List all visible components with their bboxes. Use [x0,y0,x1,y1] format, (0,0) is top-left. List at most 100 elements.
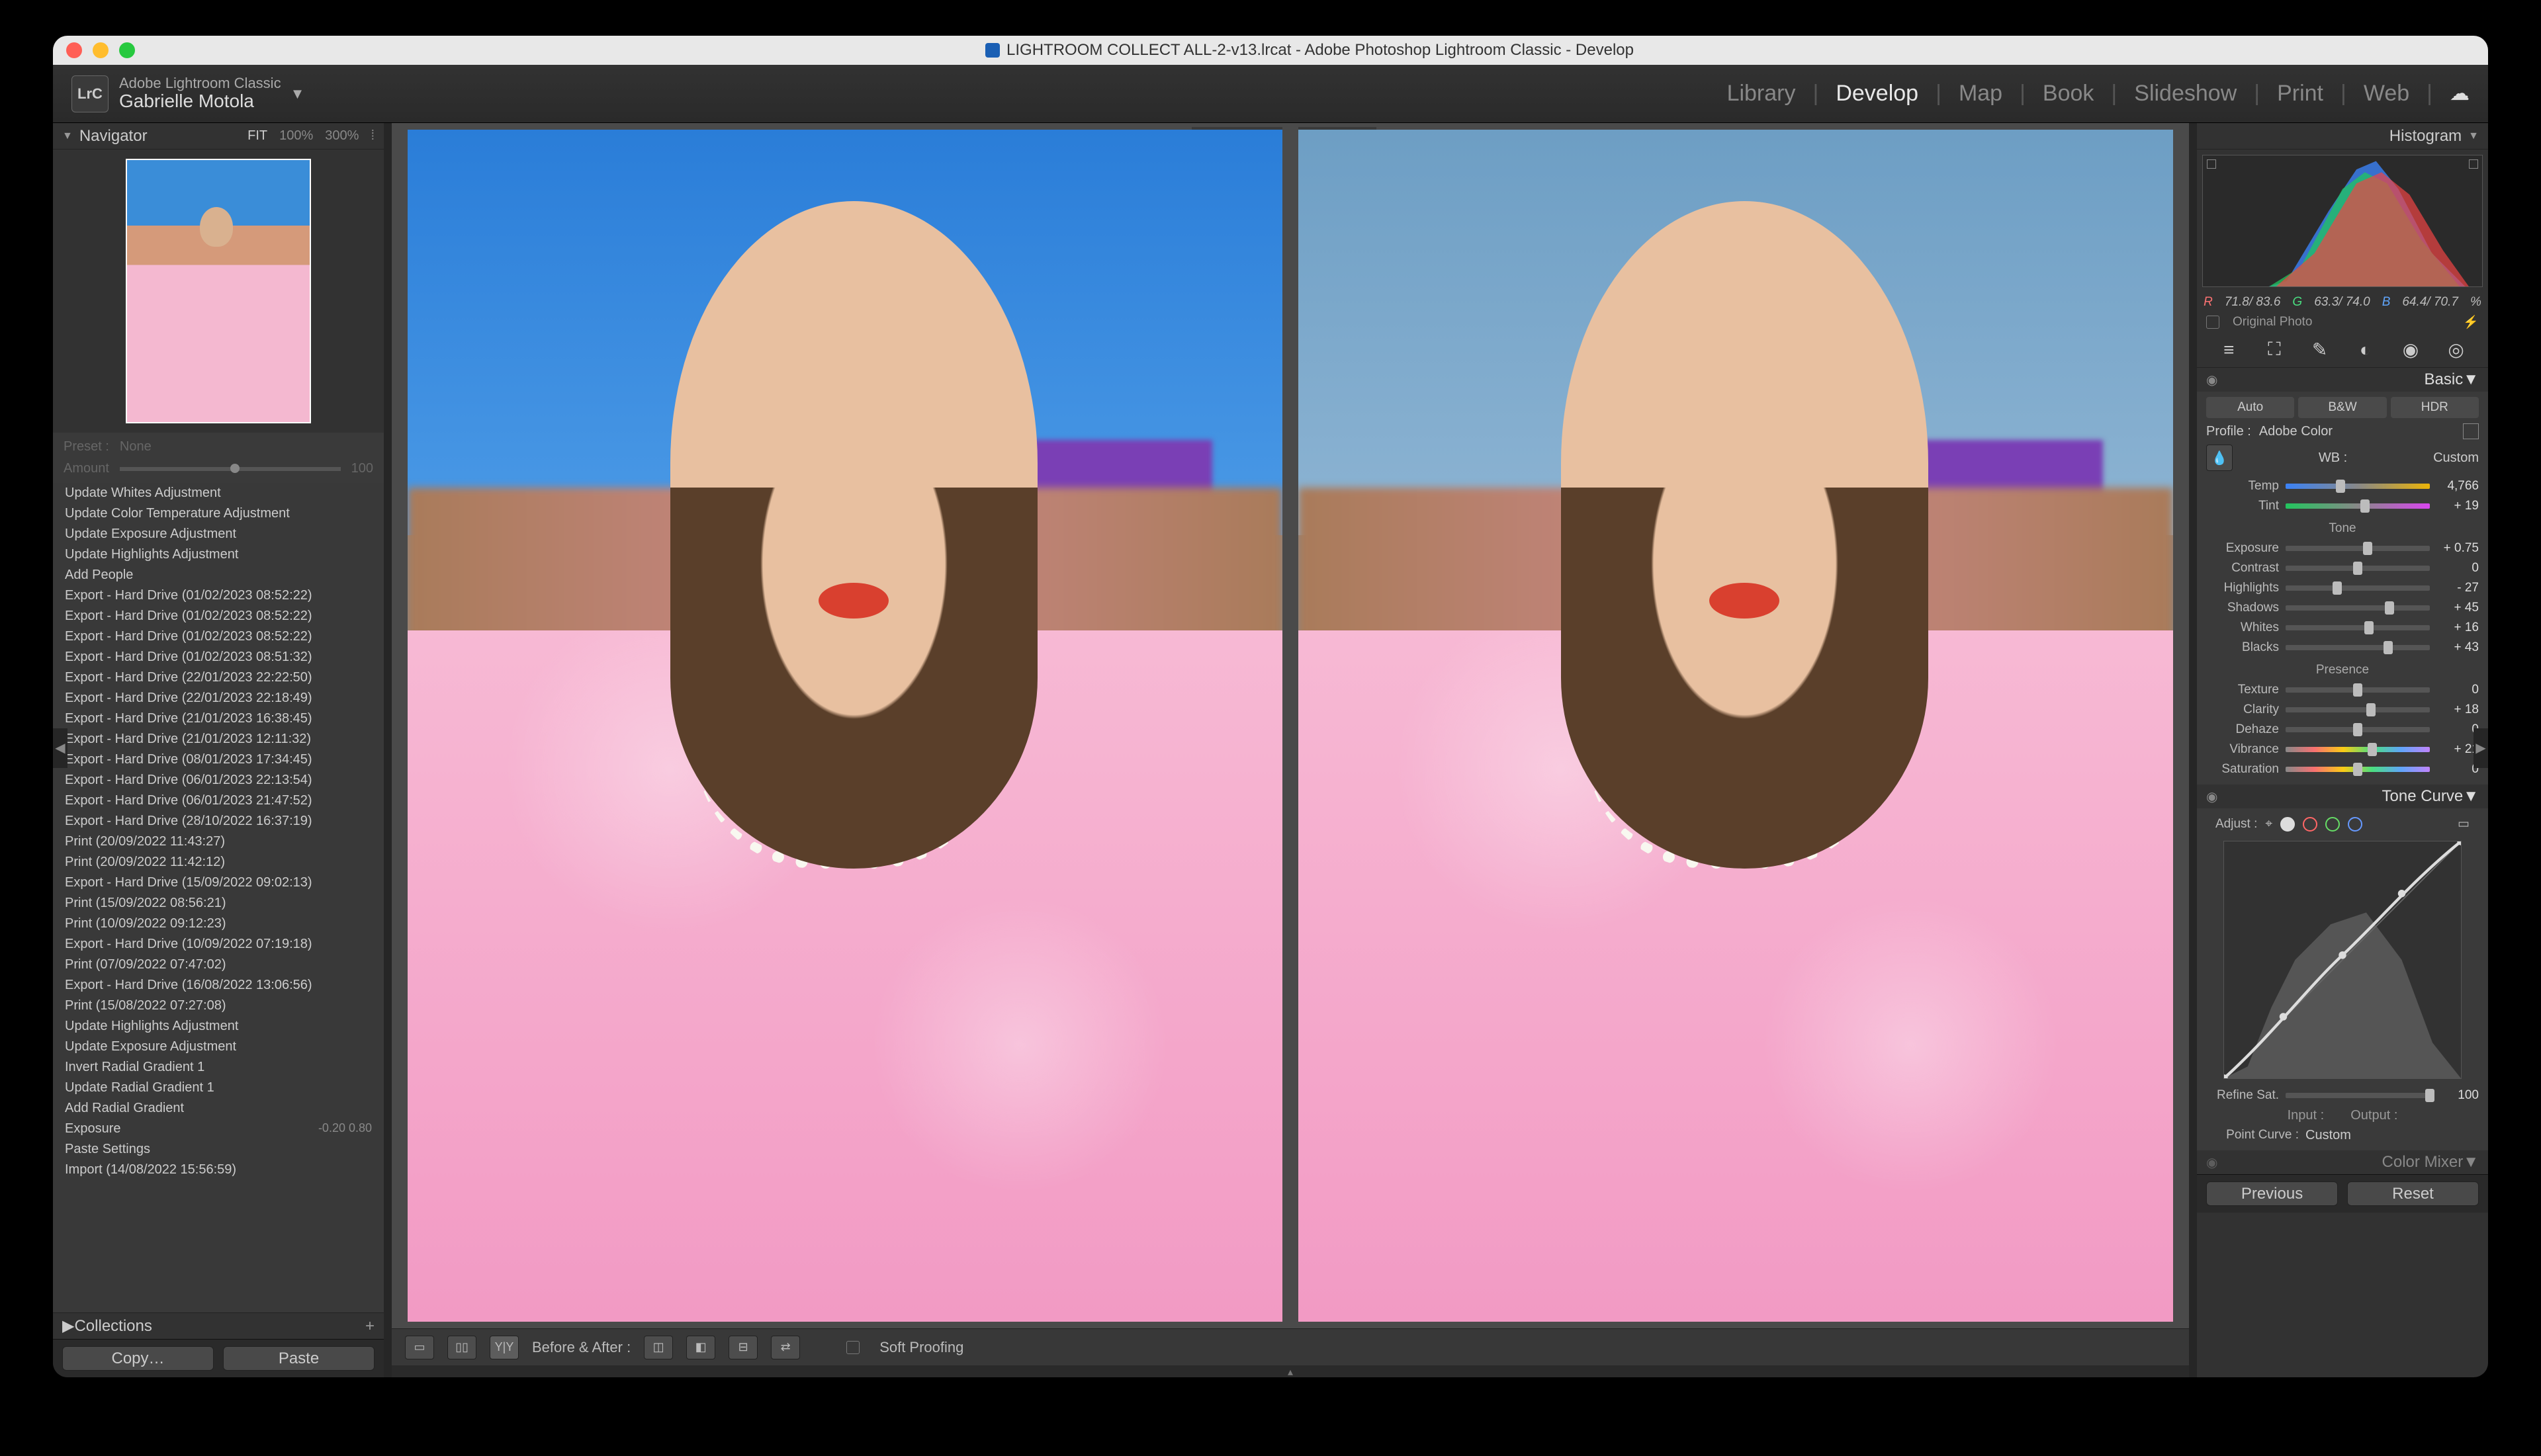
history-item[interactable]: Paste Settings [53,1139,384,1160]
ba-split-button[interactable]: ◧ [686,1336,715,1359]
zoom-300[interactable]: 300% [325,128,359,144]
history-item[interactable]: Export - Hard Drive (10/09/2022 07:19:18… [53,934,384,955]
whites-value[interactable]: + 16 [2436,621,2479,635]
disclosure-triangle-icon[interactable]: ▶ [62,1316,74,1336]
history-item[interactable]: Update Color Temperature Adjustment [53,503,384,524]
history-item[interactable]: Export - Hard Drive (22/01/2023 22:18:49… [53,688,384,708]
soft-proofing-checkbox[interactable] [846,1341,860,1354]
history-item[interactable]: Export - Hard Drive (16/08/2022 13:06:56… [53,975,384,996]
paste-button[interactable]: Paste [223,1346,375,1371]
left-panel-collapse-handle[interactable]: ◀ [53,728,67,768]
history-item[interactable]: Export - Hard Drive (06/01/2023 21:47:52… [53,791,384,811]
module-library[interactable]: Library [1727,81,1796,107]
texture-slider[interactable] [2286,687,2430,693]
module-book[interactable]: Book [2043,81,2094,107]
basic-header[interactable]: ◉ Basic ▼ [2197,368,2488,392]
history-item[interactable]: Export - Hard Drive (06/01/2023 22:13:54… [53,770,384,791]
history-item[interactable]: Import (14/08/2022 15:56:59) [53,1160,384,1180]
after-pane[interactable]: After [1298,130,2173,1322]
exposure-slider[interactable] [2286,546,2430,551]
left-panel-resize-handle[interactable] [384,123,392,1377]
wb-eyedropper-icon[interactable]: 💧 [2206,445,2233,471]
point-curve-value[interactable]: Custom [2305,1128,2351,1143]
vibrance-slider[interactable] [2286,747,2430,752]
hdr-button[interactable]: HDR [2391,397,2479,418]
exposure-value[interactable]: + 0.75 [2436,541,2479,556]
minimize-window-button[interactable] [93,42,109,58]
navigator-thumbnail[interactable] [126,159,311,423]
history-item[interactable]: Print (15/09/2022 08:56:21) [53,893,384,914]
history-item[interactable]: Export - Hard Drive (01/02/2023 08:52:22… [53,626,384,647]
history-item[interactable]: Exposure-0.20 0.80 [53,1119,384,1139]
history-item[interactable]: Print (20/09/2022 11:43:27) [53,832,384,852]
right-panel-resize-handle[interactable] [2189,123,2197,1377]
zoom-menu-caret-icon[interactable]: ⁞ [371,128,375,144]
temp-slider[interactable] [2286,484,2430,489]
collections-header[interactable]: ▶ Collections + [53,1312,384,1339]
module-web[interactable]: Web [2364,81,2409,107]
original-photo-checkbox[interactable] [2206,316,2219,329]
history-item[interactable]: Print (15/08/2022 07:27:08) [53,996,384,1016]
history-item[interactable]: Update Highlights Adjustment [53,1016,384,1037]
right-panel-collapse-handle[interactable]: ▶ [2474,728,2488,768]
identity-menu-caret[interactable]: ▼ [290,85,305,103]
history-item[interactable]: Update Highlights Adjustment [53,544,384,565]
disclosure-triangle-icon[interactable]: ▼ [62,130,73,142]
history-item[interactable]: Export - Hard Drive (01/02/2023 08:51:32… [53,647,384,667]
contrast-slider[interactable] [2286,566,2430,571]
history-item[interactable]: Print (10/09/2022 09:12:23) [53,914,384,934]
crop-icon[interactable]: ⛶ [2262,338,2286,362]
tint-value[interactable]: + 19 [2436,499,2479,513]
profile-browser-icon[interactable] [2463,423,2479,439]
healing-icon[interactable]: ✎ [2308,338,2332,362]
color-mixer-header[interactable]: ◉ Color Mixer ▼ [2197,1150,2488,1174]
texture-value[interactable]: 0 [2436,683,2479,697]
dehaze-value[interactable]: 0 [2436,722,2479,737]
before-pane[interactable]: Before [408,130,1282,1322]
shadow-clipping-toggle[interactable] [2207,159,2216,169]
blacks-value[interactable]: + 43 [2436,640,2479,655]
history-item[interactable]: Add Radial Gradient [53,1098,384,1119]
history-item[interactable]: Update Whites Adjustment [53,483,384,503]
before-after-view-button[interactable]: Y|Y [490,1336,519,1359]
saturation-value[interactable]: 0 [2436,762,2479,777]
panel-visibility-icon[interactable]: ◉ [2206,1154,2217,1171]
clarity-slider[interactable] [2286,707,2430,712]
tone-curve-editor[interactable] [2223,841,2462,1079]
module-develop[interactable]: Develop [1836,81,1918,107]
curve-channel-green[interactable] [2325,817,2340,832]
amount-slider[interactable] [120,467,341,471]
redeye-icon[interactable]: ◉ [2399,338,2423,362]
ba-side-by-side-button[interactable]: ◫ [644,1336,673,1359]
close-window-button[interactable] [66,42,82,58]
copy-button[interactable]: Copy… [62,1346,214,1371]
module-print[interactable]: Print [2277,81,2323,107]
blacks-slider[interactable] [2286,645,2430,650]
zoom-fit[interactable]: FIT [247,128,267,144]
panel-visibility-icon[interactable]: ◉ [2206,789,2217,805]
contrast-value[interactable]: 0 [2436,561,2479,576]
auto-button[interactable]: Auto [2206,397,2294,418]
module-map[interactable]: Map [1959,81,2002,107]
history-item[interactable]: Print (20/09/2022 11:42:12) [53,852,384,873]
history-item[interactable]: Export - Hard Drive (21/01/2023 16:38:45… [53,708,384,729]
mask-icon[interactable]: ◐ [2353,338,2377,362]
curve-channel-blue[interactable] [2348,817,2362,832]
history-item[interactable]: Export - Hard Drive (08/01/2023 17:34:45… [53,749,384,770]
history-item[interactable]: Export - Hard Drive (01/02/2023 08:52:22… [53,606,384,626]
loupe-view-button[interactable]: ▭ [405,1336,434,1359]
history-item[interactable]: Add People [53,565,384,585]
filmstrip-toggle[interactable]: ▴ [392,1365,2189,1377]
bw-button[interactable]: B&W [2298,397,2386,418]
profile-value[interactable]: Adobe Color [2259,424,2333,439]
history-item[interactable]: Export - Hard Drive (01/02/2023 08:52:22… [53,585,384,606]
histogram-display[interactable] [2202,155,2483,287]
curve-mode-icon[interactable]: ▭ [2458,816,2470,832]
refine-sat-value[interactable]: 100 [2436,1088,2479,1103]
highlights-slider[interactable] [2286,585,2430,591]
history-item[interactable]: Update Exposure Adjustment [53,524,384,544]
clarity-value[interactable]: + 18 [2436,703,2479,717]
whites-slider[interactable] [2286,625,2430,630]
saturation-slider[interactable] [2286,767,2430,772]
zoom-100[interactable]: 100% [279,128,313,144]
